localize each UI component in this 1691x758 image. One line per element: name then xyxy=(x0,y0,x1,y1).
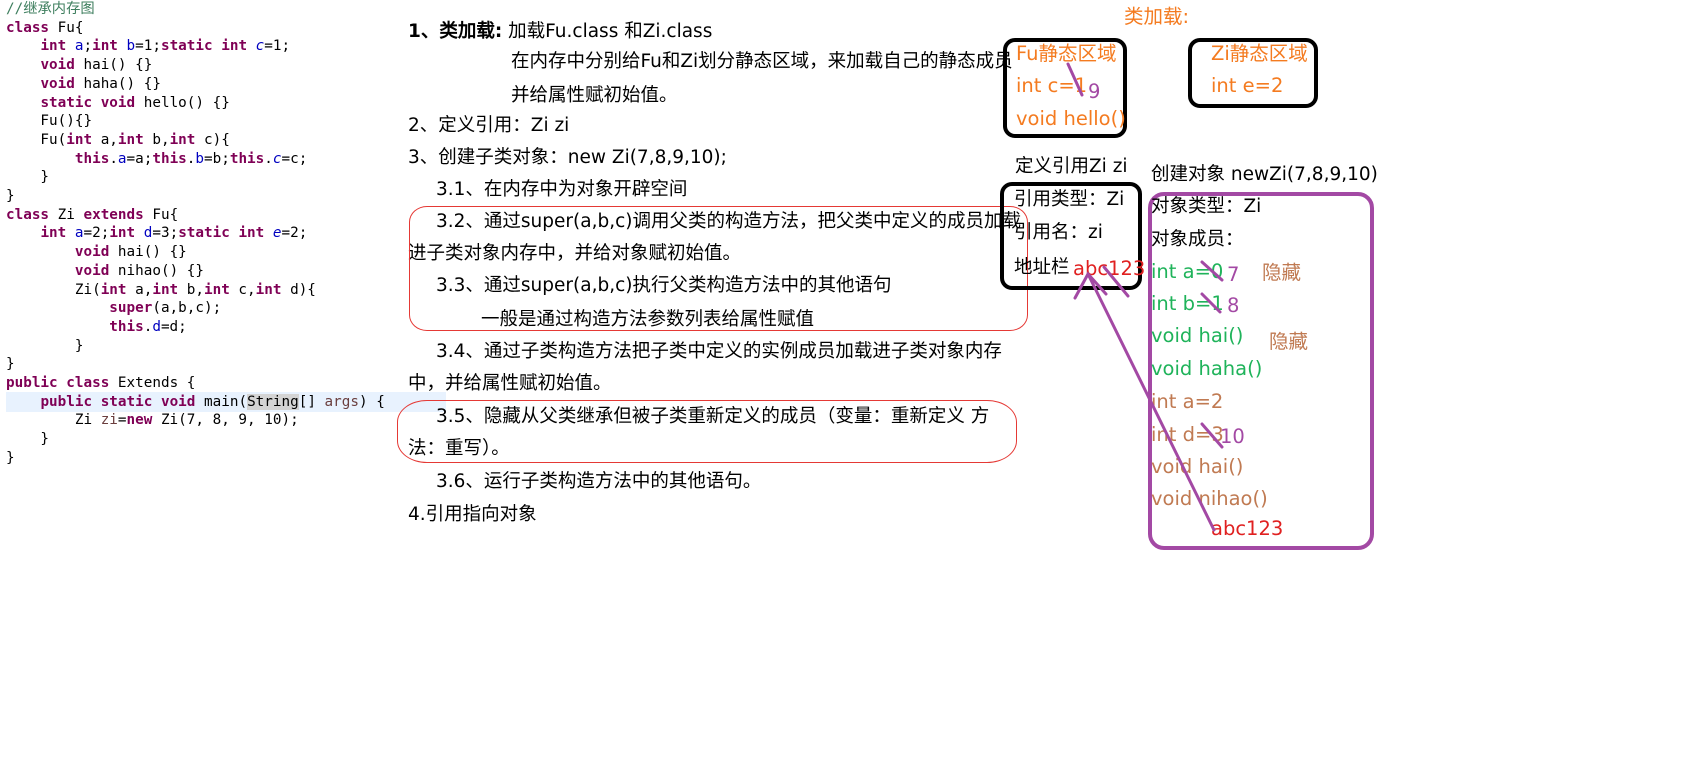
step-4: 4.引用指向对象 xyxy=(408,504,537,525)
step-3-4-line-1: 3.4、通过子类构造方法把子类中定义的实例成员加载进子类对象内存 xyxy=(436,341,1002,362)
zi-field-d: int d=3 xyxy=(1151,423,1224,446)
fu-field-a-new: 7 xyxy=(1227,263,1240,286)
fu-field-b-new: 8 xyxy=(1227,294,1240,317)
ref-addr-value: abc123 xyxy=(1073,257,1146,280)
highlight-oval-step-3-5 xyxy=(397,400,1017,463)
step-1-line-3: 并给属性赋初始值。 xyxy=(511,85,678,106)
fu-static-method: void hello() xyxy=(1016,107,1126,130)
fu-static-title: Fu静态区域 xyxy=(1016,42,1117,65)
hidden-label-2: 隐藏 xyxy=(1269,330,1309,353)
zi-method-nihao: void nihao() xyxy=(1151,487,1268,510)
object-members-label: 对象成员： xyxy=(1151,229,1244,250)
step-3-4-line-2: 中，并给属性赋初始值。 xyxy=(408,373,612,394)
zi-static-title: Zi静态区域 xyxy=(1211,42,1308,65)
object-title: 创建对象 newZi(7,8,9,10) xyxy=(1151,164,1378,185)
ref-title: 定义引用Zi zi xyxy=(1015,156,1128,177)
step-3-6: 3.6、运行子类构造方法中的其他语句。 xyxy=(436,471,762,492)
fu-static-new-value: 9 xyxy=(1088,80,1101,103)
step-1-line-2: 在内存中分别给Fu和Zi划分静态区域，来加载自己的静态成员 xyxy=(511,51,1013,72)
step-3-1: 3.1、在内存中为对象开辟空间 xyxy=(436,179,688,200)
fu-method-hai: void hai() xyxy=(1151,324,1244,347)
ref-name: 引用名：zi xyxy=(1014,222,1103,243)
zi-static-field: int e=2 xyxy=(1211,74,1284,97)
step-3: 3、创建子类对象：new Zi(7,8,9,10); xyxy=(408,147,727,168)
object-addr: abc123 xyxy=(1211,517,1284,540)
ref-type: 引用类型：Zi xyxy=(1014,189,1125,210)
highlight-oval-steps-3-2-3-3 xyxy=(409,206,1028,331)
explanation-panel: 1、类加载: 加载Fu.class 和Zi.class 在内存中分别给Fu和Zi… xyxy=(0,0,1691,758)
hidden-label-1: 隐藏 xyxy=(1262,261,1302,284)
step-1-text: 加载Fu.class 和Zi.class xyxy=(508,21,713,42)
fu-method-haha: void haha() xyxy=(1151,357,1263,380)
ref-addr-label: 地址栏 xyxy=(1014,257,1070,278)
zi-field-a: int a=2 xyxy=(1151,390,1224,413)
step-1-label: 1、类加载: xyxy=(408,21,503,42)
fu-static-field: int c=1 xyxy=(1016,74,1088,97)
class-load-title: 类加载: xyxy=(1124,5,1190,28)
step-2: 2、定义引用：Zi zi xyxy=(408,115,570,136)
step-1: 1、类加载: 加载Fu.class 和Zi.class xyxy=(408,20,712,44)
fu-field-a: int a=0 xyxy=(1151,260,1224,283)
object-type: 对象类型：Zi xyxy=(1151,196,1262,217)
zi-field-d-new: 10 xyxy=(1220,425,1245,448)
zi-method-hai: void hai() xyxy=(1151,455,1244,478)
fu-field-b: int b=1 xyxy=(1151,292,1224,315)
